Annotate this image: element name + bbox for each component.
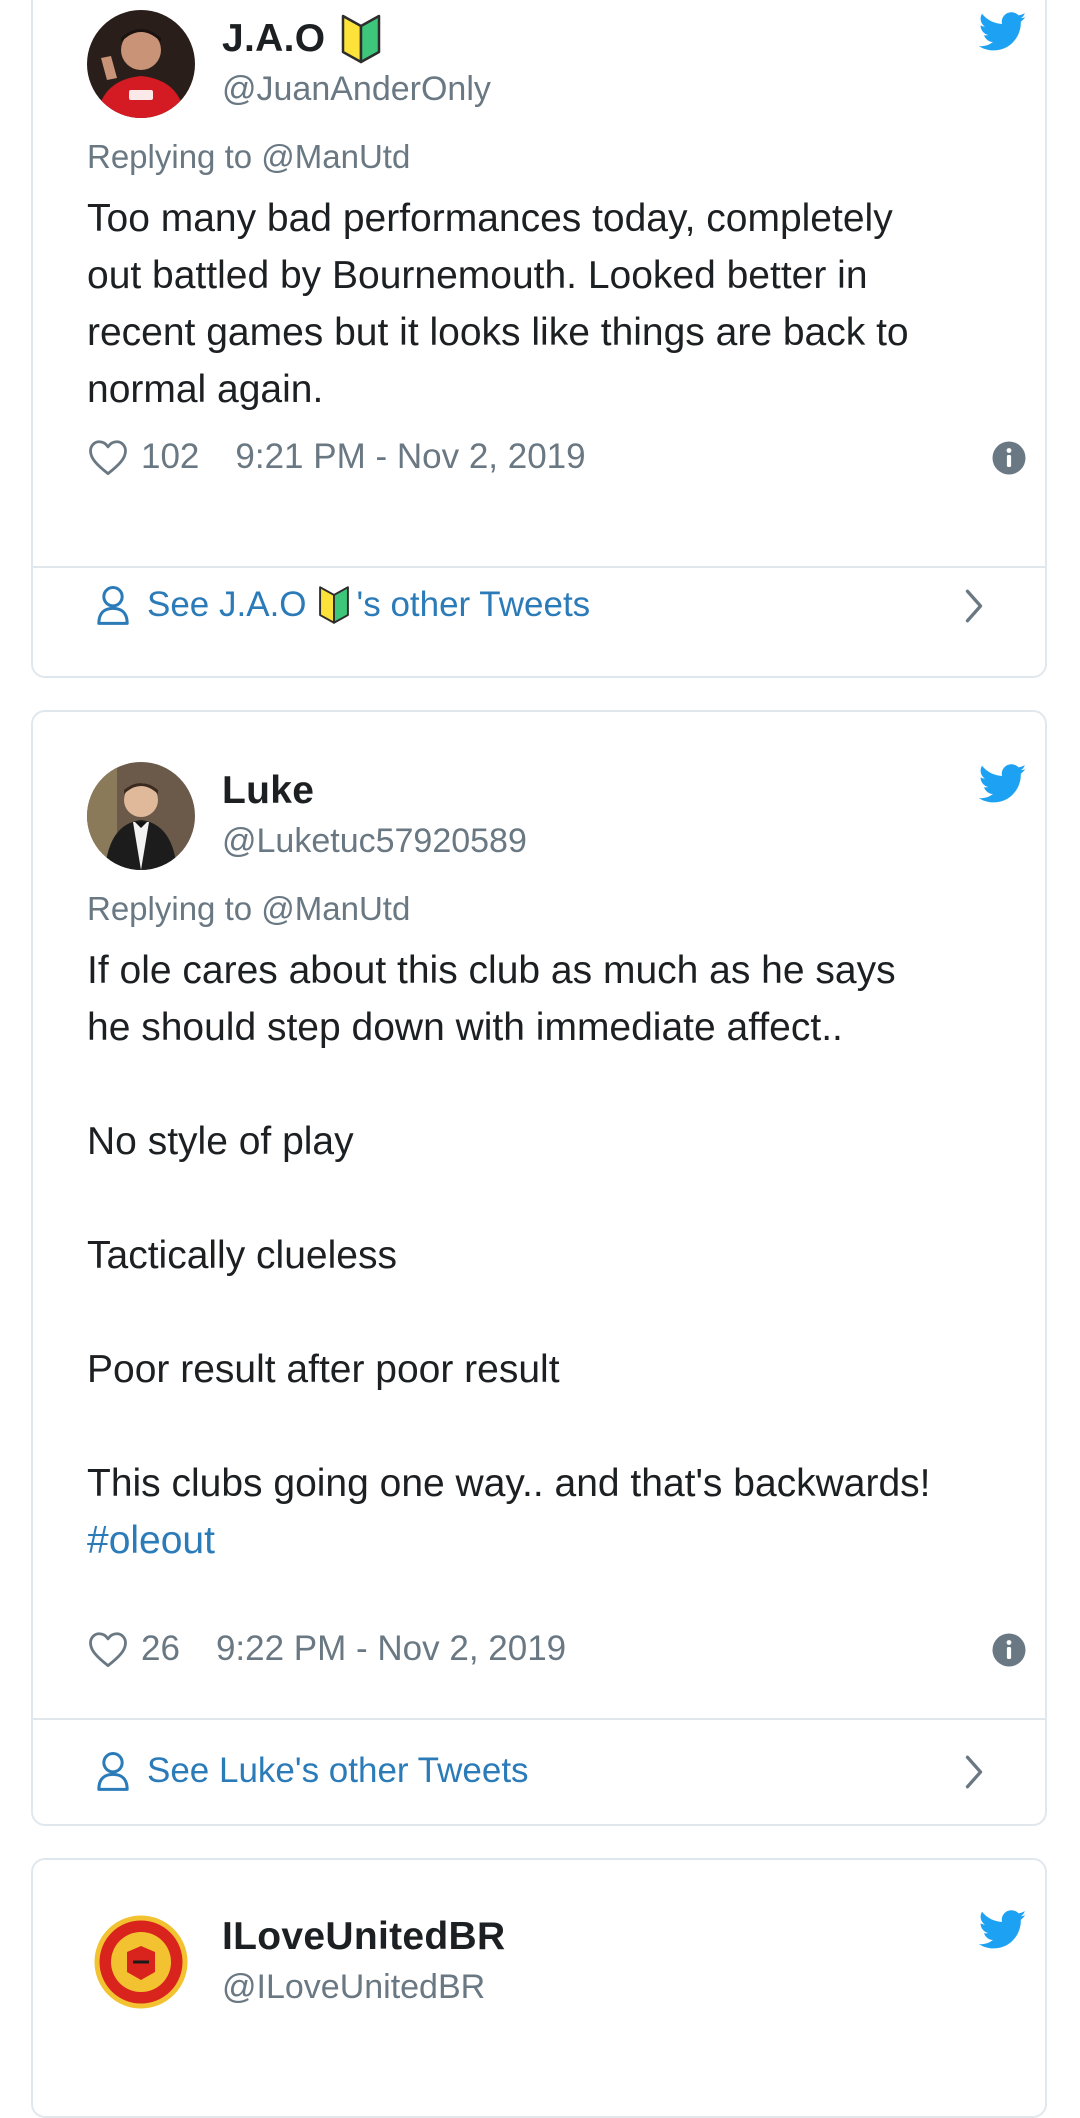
timestamp[interactable]: 9:22 PM - Nov 2, 2019 <box>216 1629 566 1669</box>
tweet-text: Too many bad performances today, complet… <box>87 197 909 411</box>
name-row: Luke <box>222 766 314 816</box>
heart-icon[interactable] <box>87 437 129 477</box>
see-other-tweets-suffix: 's other Tweets <box>356 585 591 624</box>
chevron-right-icon <box>965 1755 983 1789</box>
display-name[interactable]: J.A.O <box>222 17 325 61</box>
twitter-bird-icon[interactable] <box>979 1910 1027 1950</box>
see-other-tweets-label: See Luke's other Tweets <box>147 1751 529 1790</box>
see-other-tweets-link[interactable]: See J.A.O 's other Tweets <box>95 580 985 630</box>
hashtag-link[interactable]: #oleout <box>87 1519 215 1562</box>
tweet-meta: 26 9:22 PM - Nov 2, 2019 <box>87 1624 1027 1674</box>
like-count: 102 <box>141 437 200 476</box>
tweet-header: J.A.O @JuanAnderOnly <box>87 10 1027 120</box>
chevron-right-icon <box>965 589 983 623</box>
like-count: 26 <box>141 1629 180 1668</box>
display-name[interactable]: ILoveUnitedBR <box>222 1915 505 1959</box>
see-other-tweets-prefix: See J.A.O <box>147 585 307 624</box>
avatar[interactable] <box>87 762 195 870</box>
heart-icon[interactable] <box>87 1629 129 1669</box>
display-name[interactable]: Luke <box>222 769 314 813</box>
replying-to[interactable]: Replying to @ManUtd <box>87 138 410 176</box>
user-handle[interactable]: @JuanAnderOnly <box>222 70 491 109</box>
replying-to[interactable]: Replying to @ManUtd <box>87 890 410 928</box>
card-divider <box>33 566 1045 568</box>
beginner-mark-icon <box>342 14 381 64</box>
name-row: J.A.O <box>222 14 383 64</box>
tweet-header: Luke @Luketuc57920589 <box>87 762 1027 872</box>
person-icon <box>97 586 129 625</box>
twitter-bird-icon[interactable] <box>979 12 1027 52</box>
tweet-feed: J.A.O @JuanAnderOnly Replying to @ManUtd… <box>0 0 1080 2118</box>
person-icon <box>97 1752 129 1791</box>
user-handle[interactable]: @Luketuc57920589 <box>222 822 527 861</box>
tweet-text: If ole cares about this club as much as … <box>87 942 1037 1569</box>
user-handle[interactable]: @ILoveUnitedBR <box>222 1968 485 2007</box>
info-icon[interactable] <box>991 440 1027 476</box>
avatar[interactable] <box>87 10 195 118</box>
see-other-tweets-link[interactable]: See Luke's other Tweets <box>95 1746 985 1796</box>
tweet-card: Luke @Luketuc57920589 Replying to @ManUt… <box>31 710 1047 1826</box>
tweet-text-body: If ole cares about this club as much as … <box>87 949 931 1505</box>
card-divider <box>33 1718 1045 1720</box>
tweet-card: ILoveUnitedBR @ILoveUnitedBR <box>31 1858 1047 2118</box>
info-icon[interactable] <box>991 1632 1027 1668</box>
tweet-meta: 102 9:21 PM - Nov 2, 2019 <box>87 432 1027 482</box>
timestamp[interactable]: 9:21 PM - Nov 2, 2019 <box>235 437 585 477</box>
name-row: ILoveUnitedBR <box>222 1912 505 1962</box>
tweet-header: ILoveUnitedBR @ILoveUnitedBR <box>87 1908 1027 2018</box>
twitter-bird-icon[interactable] <box>979 764 1027 804</box>
tweet-card: J.A.O @JuanAnderOnly Replying to @ManUtd… <box>31 0 1047 678</box>
avatar[interactable] <box>87 1908 195 2016</box>
beginner-mark-icon <box>318 586 349 624</box>
